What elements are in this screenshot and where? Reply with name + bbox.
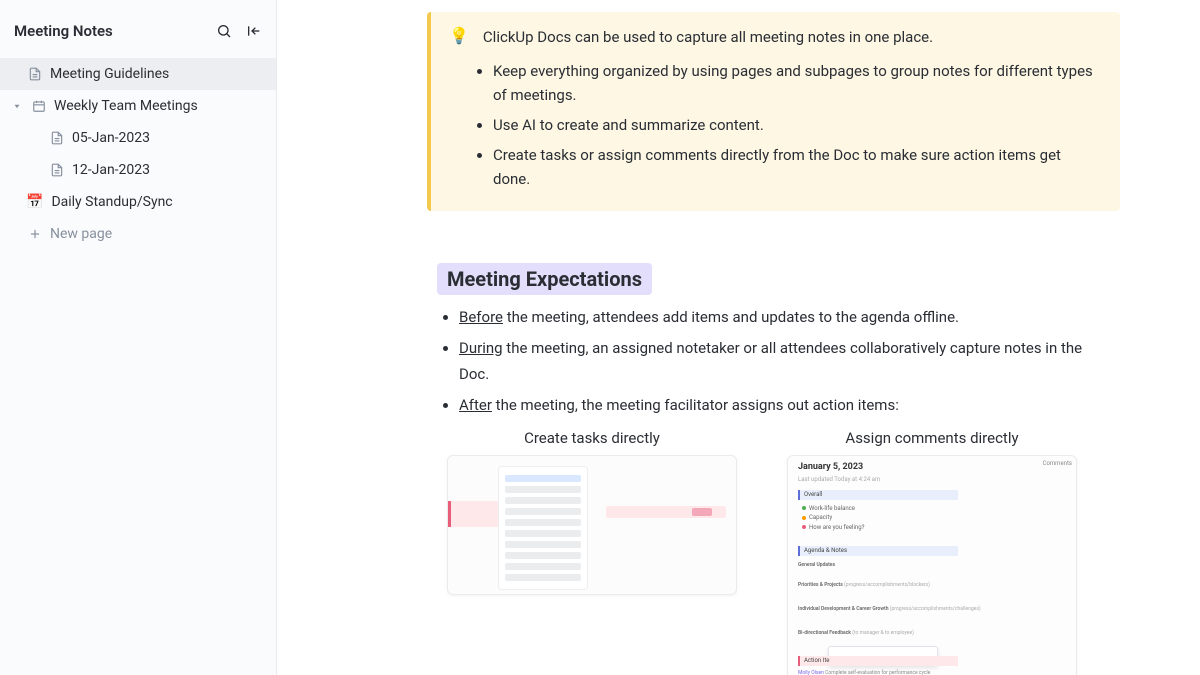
sidebar-item-05-jan-2023[interactable]: 05-Jan-2023 [0, 122, 276, 154]
thumbnail-create-tasks[interactable] [447, 455, 737, 595]
thumb-action: Action Ite [798, 656, 958, 666]
example-label[interactable]: Create tasks directly [524, 429, 660, 447]
document-icon [50, 163, 64, 177]
expectations-list: Before the meeting, attendees add items … [459, 305, 1110, 419]
thumb-agenda: Agenda & Notes [798, 546, 958, 556]
document-icon [28, 67, 42, 81]
callout-bullet[interactable]: Create tasks or assign comments directly… [493, 143, 1100, 191]
collapse-sidebar-icon[interactable] [246, 23, 262, 39]
examples-row: Create tasks directly Assign comments di… [447, 429, 1160, 675]
sidebar-title: Meeting Notes [14, 22, 113, 40]
new-page-label: New page [50, 226, 112, 242]
calendar-emoji-icon: 📅 [26, 194, 43, 210]
expectation-item[interactable]: Before the meeting, attendees add items … [459, 305, 1110, 331]
lightbulb-icon: 💡 [449, 26, 469, 45]
emphasis: During [459, 339, 503, 357]
sidebar-item-meeting-guidelines[interactable]: Meeting Guidelines [0, 58, 276, 90]
sidebar-item-weekly-team-meetings[interactable]: Weekly Team Meetings [0, 90, 276, 122]
example-create-tasks: Create tasks directly [447, 429, 737, 675]
sidebar-item-label: 12-Jan-2023 [72, 162, 150, 178]
document-main[interactable]: 💡 ClickUp Docs can be used to capture al… [277, 0, 1200, 675]
plus-icon [28, 227, 42, 241]
sidebar-item-daily-standup[interactable]: 📅 Daily Standup/Sync [0, 186, 276, 218]
search-icon[interactable] [216, 23, 232, 39]
sidebar-item-12-jan-2023[interactable]: 12-Jan-2023 [0, 154, 276, 186]
sidebar-item-label: Meeting Guidelines [50, 66, 169, 82]
sidebar-header: Meeting Notes [0, 0, 276, 58]
callout-block[interactable]: 💡 ClickUp Docs can be used to capture al… [427, 12, 1120, 211]
expectation-text: the meeting, the meeting facilitator ass… [492, 396, 899, 414]
sidebar-item-label: Weekly Team Meetings [54, 98, 198, 114]
emphasis: Before [459, 308, 503, 326]
expectation-item[interactable]: After the meeting, the meeting facilitat… [459, 393, 1110, 419]
caret-down-icon[interactable] [10, 99, 24, 113]
sidebar-header-icons [216, 23, 262, 39]
expectation-text: the meeting, an assigned notetaker or al… [459, 339, 1082, 383]
example-label[interactable]: Assign comments directly [845, 429, 1018, 447]
callout-list: Keep everything organized by using pages… [493, 59, 1100, 191]
callout-bullet[interactable]: Use AI to create and summarize content. [493, 113, 1100, 137]
sidebar: Meeting Notes Meeting Guidelines Weekly … [0, 0, 277, 675]
sidebar-item-label: Daily Standup/Sync [51, 194, 172, 210]
thumb-date: January 5, 2023 [798, 462, 863, 472]
emphasis: After [459, 396, 492, 414]
expectation-item[interactable]: During the meeting, an assigned notetake… [459, 336, 1110, 387]
new-page-button[interactable]: New page [0, 218, 276, 250]
sidebar-item-label: 05-Jan-2023 [72, 130, 150, 146]
calendar-icon [32, 99, 46, 113]
callout-title: ClickUp Docs can be used to capture all … [483, 26, 933, 49]
document-icon [50, 131, 64, 145]
section-heading-meeting-expectations[interactable]: Meeting Expectations [437, 263, 652, 295]
callout-bullet[interactable]: Keep everything organized by using pages… [493, 59, 1100, 107]
expectation-text: the meeting, attendees add items and upd… [503, 308, 959, 326]
thumbnail-assign-comments[interactable]: January 5, 2023 Last updated Today at 4:… [787, 455, 1077, 675]
thumb-overall: Overall [798, 490, 958, 500]
example-assign-comments: Assign comments directly January 5, 2023… [787, 429, 1077, 675]
